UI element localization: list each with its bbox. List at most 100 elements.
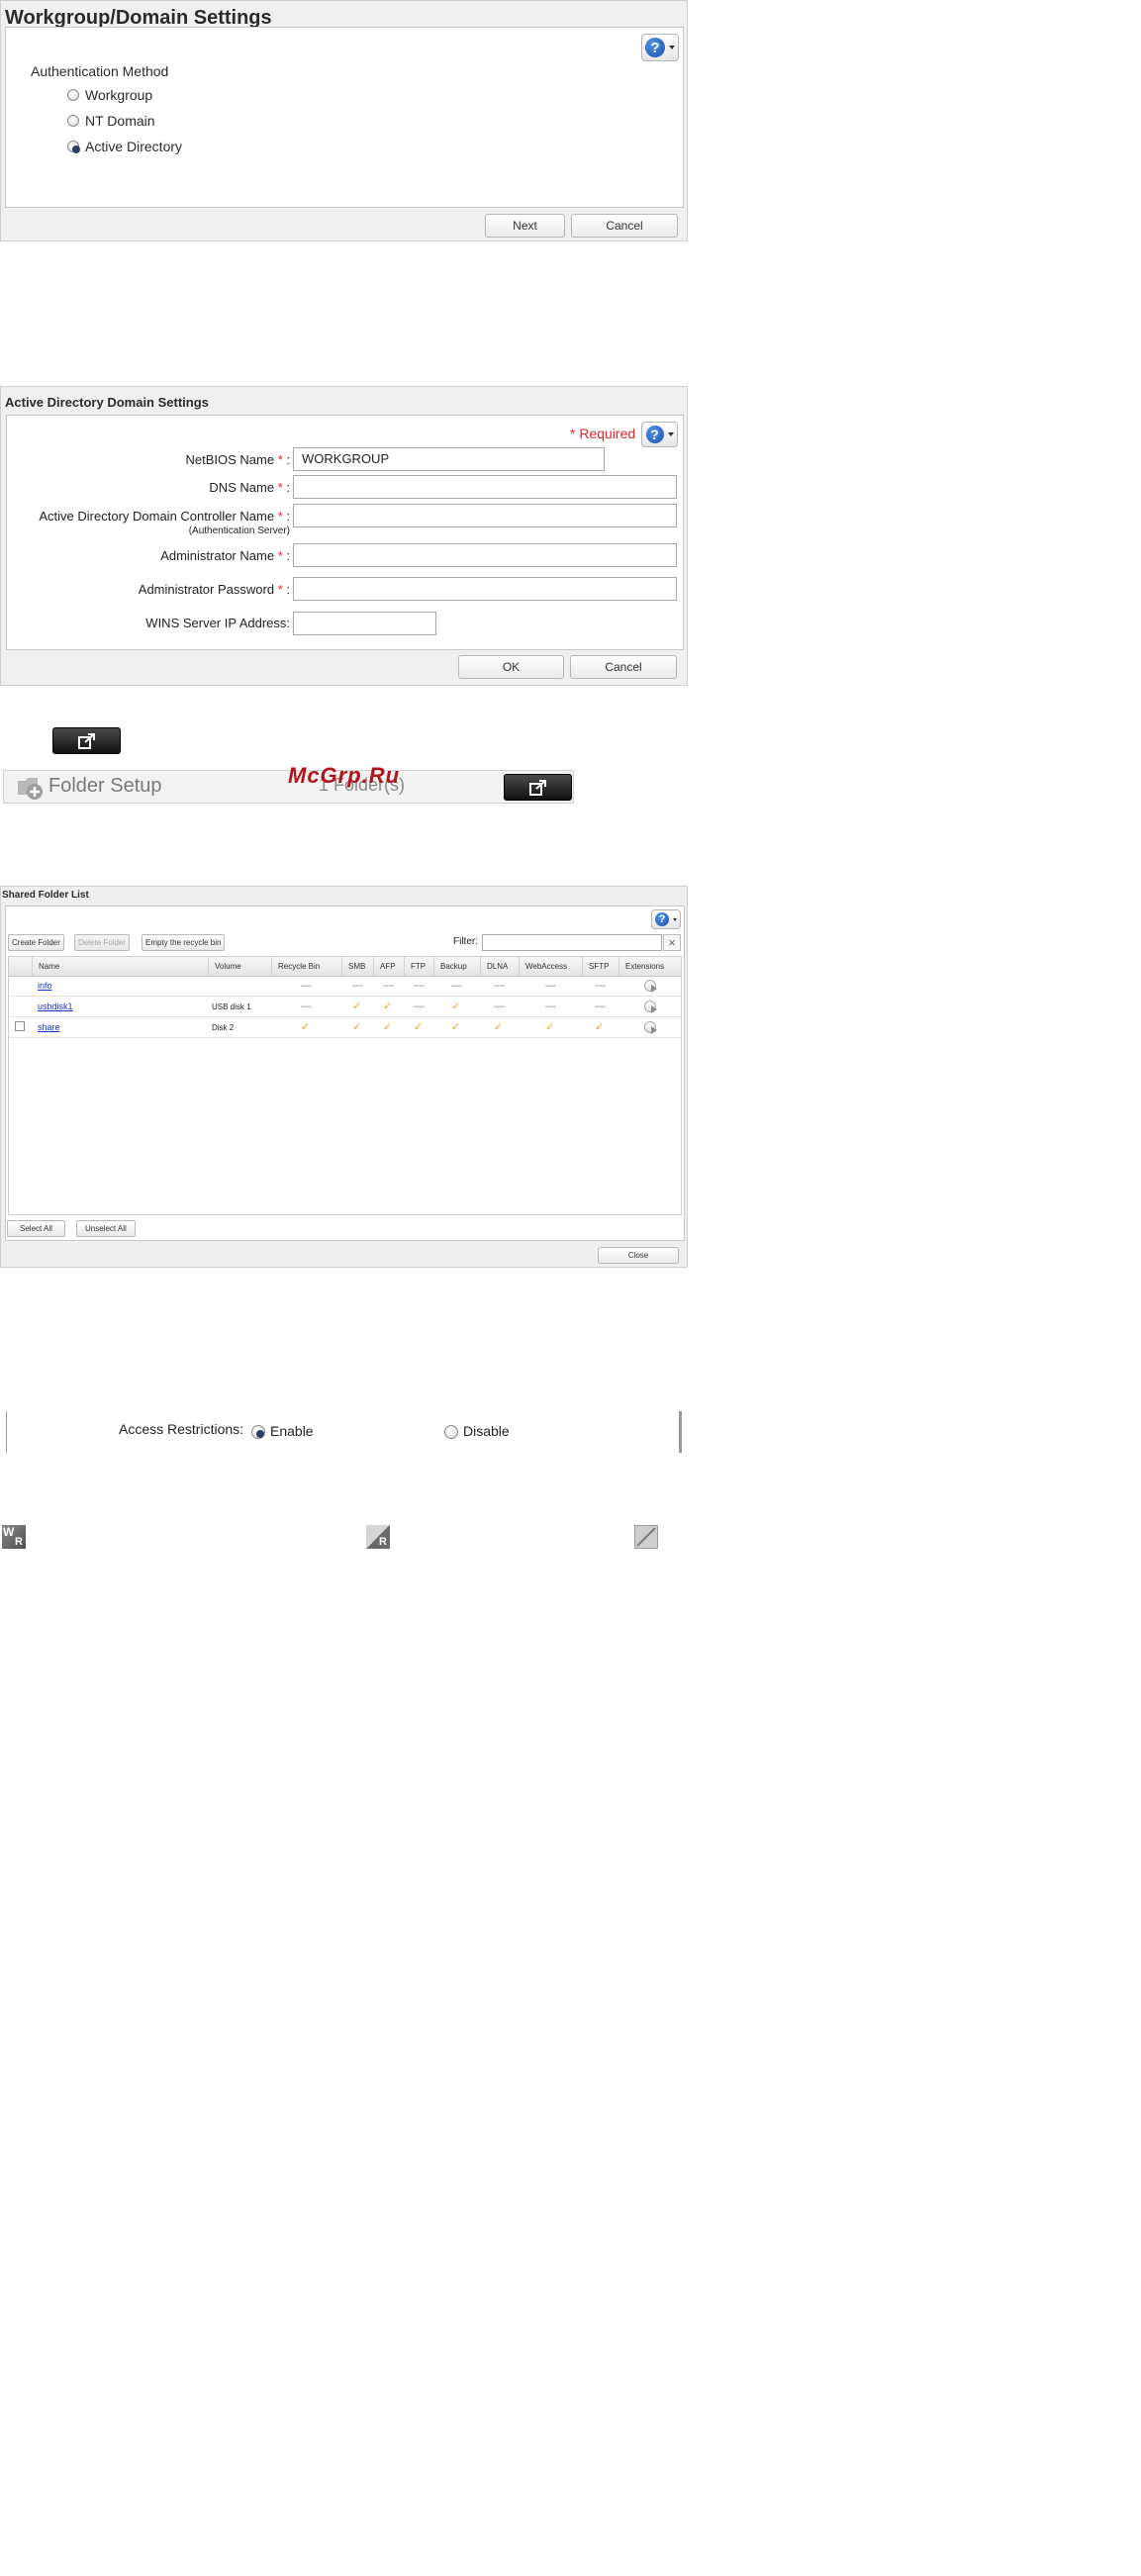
unselect-all-button[interactable]: Unselect All xyxy=(76,1220,136,1237)
close-icon: × xyxy=(668,935,676,950)
next-button[interactable]: Next xyxy=(485,214,565,238)
close-button[interactable]: Close xyxy=(598,1247,679,1264)
radio-access-enable[interactable] xyxy=(251,1425,265,1439)
access-left-border xyxy=(6,1411,7,1453)
access-restrictions-label: Access Restrictions: xyxy=(119,1421,244,1437)
filter-clear-button[interactable]: × xyxy=(663,934,681,951)
folder-table: Name Volume Recycle Bin SMB AFP FTP Back… xyxy=(8,956,682,1215)
radio-active-directory[interactable] xyxy=(67,141,80,153)
col-afp[interactable]: AFP xyxy=(373,957,404,976)
check-icon: ✓ xyxy=(352,1021,362,1033)
col-ftp[interactable]: FTP xyxy=(404,957,433,976)
dash-icon: — xyxy=(494,1001,505,1012)
cancel-button[interactable]: Cancel xyxy=(570,655,677,679)
col-smb[interactable]: SMB xyxy=(341,957,373,976)
dash-icon: — xyxy=(301,980,312,992)
field-label-admin-password: Administrator Password * : xyxy=(138,582,290,597)
col-sftp[interactable]: SFTP xyxy=(582,957,618,976)
field-label-wins: WINS Server IP Address: xyxy=(145,616,290,630)
panel-title: Shared Folder List xyxy=(2,890,89,901)
panel-content: ? Create Folder Delete Folder Empty the … xyxy=(5,906,685,1241)
field-label-ad-controller: Active Directory Domain Controller Name … xyxy=(39,509,290,524)
cancel-button[interactable]: Cancel xyxy=(571,214,678,238)
check-icon: ✓ xyxy=(414,1021,424,1033)
col-webaccess[interactable]: WebAccess xyxy=(519,957,582,976)
admin-password-input[interactable] xyxy=(293,577,677,601)
radio-workgroup[interactable] xyxy=(67,89,79,101)
col-volume[interactable]: Volume xyxy=(208,957,271,976)
field-sublabel-auth-server: (Authentication Server) xyxy=(188,525,290,536)
table-row[interactable]: info — — — — — — — — xyxy=(9,976,681,997)
panel-content: ? Authentication Method Workgroup NT Dom… xyxy=(5,27,684,208)
row-checkbox[interactable] xyxy=(15,1021,25,1031)
field-label-admin-name: Administrator Name * : xyxy=(160,548,290,563)
dash-icon: — xyxy=(352,980,363,992)
radio-nt-domain[interactable] xyxy=(67,115,79,127)
table-header: Name Volume Recycle Bin SMB AFP FTP Back… xyxy=(9,957,681,977)
filter-input[interactable] xyxy=(482,934,662,951)
select-all-button[interactable]: Select All xyxy=(7,1220,65,1237)
table-row[interactable]: usbdisk1 USB disk 1 — ✓ ✓ — ✓ — — — xyxy=(9,997,681,1017)
col-extensions[interactable]: Extensions xyxy=(618,957,681,976)
panel-title: Active Directory Domain Settings xyxy=(5,395,209,410)
radio-access-enable-label: Enable xyxy=(270,1423,314,1439)
dash-icon: — xyxy=(414,1001,425,1012)
auth-method-heading: Authentication Method xyxy=(31,63,169,79)
radio-workgroup-label: Workgroup xyxy=(85,87,153,103)
extensions-play-icon[interactable] xyxy=(644,1021,657,1034)
dns-name-input[interactable] xyxy=(293,475,677,499)
radio-access-disable[interactable] xyxy=(444,1425,458,1439)
chevron-down-icon xyxy=(667,432,674,436)
field-label-netbios: NetBIOS Name * : xyxy=(185,452,290,467)
open-external-button[interactable] xyxy=(504,774,572,801)
panel-content: * Required ? NetBIOS Name * : WORKGROUP … xyxy=(6,415,684,650)
required-note: * Required xyxy=(570,426,636,441)
radio-active-directory-label: Active Directory xyxy=(85,139,183,154)
col-backup[interactable]: Backup xyxy=(433,957,480,976)
check-icon: ✓ xyxy=(301,1021,311,1033)
dash-icon: — xyxy=(383,980,394,992)
netbios-name-input[interactable]: WORKGROUP xyxy=(293,447,605,471)
check-icon: ✓ xyxy=(451,1021,461,1033)
chevron-down-icon xyxy=(669,46,675,49)
dash-icon: — xyxy=(494,980,505,992)
table-body: info — — — — — — — — usbdisk1 USB disk 1 — ✓ ✓ — ✓ — — — sh… xyxy=(9,976,681,1193)
check-icon: ✓ xyxy=(545,1021,555,1033)
workgroup-domain-panel: Workgroup/Domain Settings ? Authenticati… xyxy=(0,0,688,241)
col-dlna[interactable]: DLNA xyxy=(480,957,519,976)
access-right-border xyxy=(679,1411,682,1453)
radio-nt-domain-label: NT Domain xyxy=(85,113,155,129)
read-only-icon: R xyxy=(366,1525,390,1549)
check-icon: ✓ xyxy=(383,1001,393,1012)
folder-volume: Disk 2 xyxy=(212,1023,235,1032)
radio-access-disable-label: Disable xyxy=(463,1423,510,1439)
dash-icon: — xyxy=(545,1001,556,1012)
check-icon: ✓ xyxy=(383,1021,393,1033)
empty-recycle-bin-button[interactable]: Empty the recycle bin xyxy=(142,934,226,951)
chevron-down-icon xyxy=(673,917,677,921)
dash-icon: — xyxy=(595,1001,606,1012)
delete-folder-button[interactable]: Delete Folder xyxy=(74,934,131,951)
admin-name-input[interactable] xyxy=(293,543,677,567)
open-external-button[interactable] xyxy=(52,727,121,754)
help-button[interactable]: ? xyxy=(641,422,678,447)
create-folder-button[interactable]: Create Folder xyxy=(8,934,64,951)
ok-button[interactable]: OK xyxy=(458,655,564,679)
wins-ip-input[interactable] xyxy=(293,612,436,635)
col-recycle-bin[interactable]: Recycle Bin xyxy=(271,957,341,976)
folder-setup-title: Folder Setup xyxy=(48,775,162,797)
check-icon: ✓ xyxy=(494,1021,504,1033)
filter-label: Filter: xyxy=(453,936,478,947)
folder-name-link[interactable]: usbdisk1 xyxy=(38,997,73,1017)
read-letter: R xyxy=(379,1536,387,1548)
help-icon: ? xyxy=(655,912,669,926)
folder-name-link[interactable]: info xyxy=(38,976,52,997)
extensions-play-icon[interactable] xyxy=(644,980,657,993)
folder-name-link[interactable]: share xyxy=(38,1017,60,1038)
extensions-play-icon[interactable] xyxy=(644,1001,657,1013)
ad-controller-input[interactable] xyxy=(293,504,677,527)
help-button[interactable]: ? xyxy=(641,34,679,61)
help-button[interactable]: ? xyxy=(651,909,681,929)
table-row[interactable]: share Disk 2 ✓ ✓ ✓ ✓ ✓ ✓ ✓ ✓ xyxy=(9,1017,681,1038)
col-name[interactable]: Name xyxy=(32,957,208,976)
